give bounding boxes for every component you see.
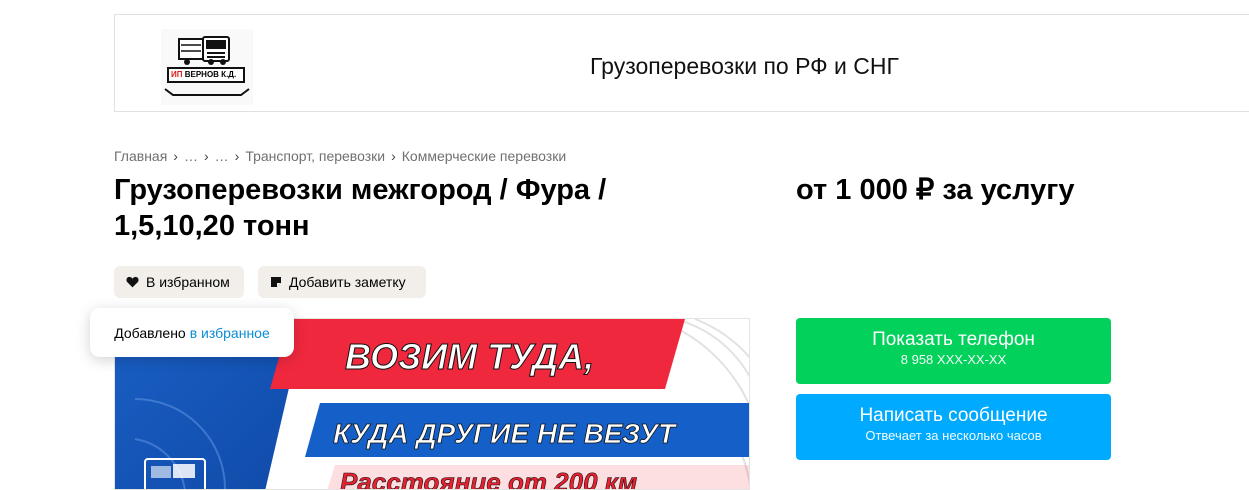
write-message-label: Написать сообщение <box>859 405 1048 426</box>
listing-price: от 1 000 ₽ за услугу <box>796 174 1075 206</box>
favorite-button[interactable]: В избранном <box>114 266 244 298</box>
shop-header: ИП ВЕРНОВ К.Д. Грузоперевозки по РФ и СН… <box>114 14 1249 112</box>
chevron-right-icon: › <box>234 148 240 164</box>
tooltip-favorites-link[interactable]: в избранное <box>190 325 270 341</box>
breadcrumb-home[interactable]: Главная <box>114 148 167 164</box>
chevron-right-icon: › <box>203 148 209 164</box>
logo-text-red: ИП <box>171 70 183 79</box>
favorite-label: В избранном <box>146 274 230 290</box>
add-note-label: Добавить заметку <box>289 274 406 290</box>
listing-title-line1: Грузоперевозки межгород / Фура / <box>114 174 607 206</box>
response-time-text: Отвечает за несколько часов <box>865 428 1042 443</box>
breadcrumb-transport[interactable]: Транспорт, перевозки <box>245 148 385 164</box>
show-phone-button[interactable]: Показать телефон 8 958 XXX-XX-XX <box>796 318 1111 384</box>
shop-logo[interactable]: ИП ВЕРНОВ К.Д. <box>161 29 253 105</box>
note-icon <box>271 277 281 287</box>
write-message-button[interactable]: Написать сообщение Отвечает за несколько… <box>796 394 1111 460</box>
breadcrumb-ellipsis-1[interactable]: … <box>184 148 198 164</box>
logo-text: ВЕРНОВ К.Д. <box>184 70 237 79</box>
chevron-right-icon: › <box>173 148 178 164</box>
chevron-right-icon: › <box>391 148 396 164</box>
listing-title: Грузоперевозки межгород / Фура / 1,5,10,… <box>114 172 714 244</box>
favorite-tooltip: Добавлено в избранное <box>90 308 294 357</box>
add-note-button[interactable]: Добавить заметку <box>258 266 426 298</box>
show-phone-label: Показать телефон <box>872 329 1035 350</box>
logo-plate: ИП ВЕРНОВ К.Д. <box>167 67 245 83</box>
breadcrumb-commercial[interactable]: Коммерческие перевозки <box>402 148 566 164</box>
listing-title-line2: 1,5,10,20 тонн <box>114 210 310 242</box>
banner-line3: Расстояние от 200 км <box>340 467 637 490</box>
tooltip-text: Добавлено <box>114 324 186 341</box>
phone-number-masked: 8 958 XXX-XX-XX <box>900 352 1007 367</box>
banner-line2: КУДА ДРУГИЕ НЕ ВЕЗУТ <box>333 418 678 449</box>
shop-title: Грузоперевозки по РФ и СНГ <box>590 53 899 79</box>
banner-line1: ВОЗИМ ТУДА, <box>345 336 594 377</box>
breadcrumb: Главная › … › … › Транспорт, перевозки ›… <box>114 148 566 164</box>
heart-icon <box>126 276 139 288</box>
breadcrumb-ellipsis-2[interactable]: … <box>215 148 229 164</box>
